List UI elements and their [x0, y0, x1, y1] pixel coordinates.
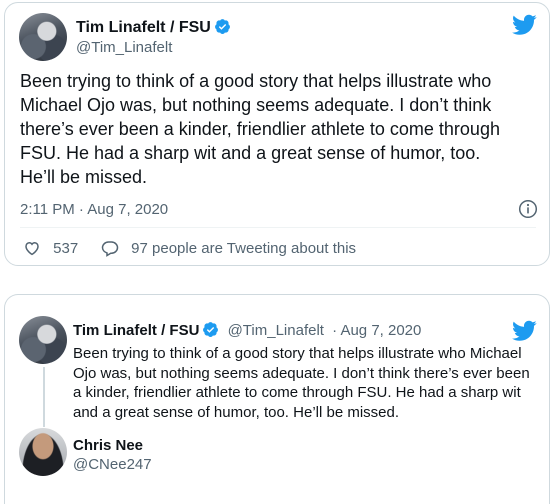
- twitter-bird-icon[interactable]: [512, 14, 537, 36]
- tweeting-about-link[interactable]: 97 people are Tweeting about this: [101, 239, 356, 257]
- twitter-bird-icon[interactable]: [512, 320, 537, 342]
- like-count: 537: [53, 240, 79, 257]
- thread-connector-line: [43, 367, 45, 427]
- tweet-card[interactable]: Tim Linafelt / FSU @Tim_Linafelt Been tr…: [4, 2, 550, 266]
- verified-badge-icon: [203, 322, 219, 338]
- reply-author-name[interactable]: Chris Nee: [73, 437, 143, 454]
- heart-icon: [25, 241, 39, 256]
- tweet-text: Been trying to think of a good story tha…: [20, 71, 500, 187]
- verified-badge-icon: [214, 19, 230, 35]
- author-handle[interactable]: @Tim_Linafelt: [76, 39, 172, 56]
- like-button[interactable]: 537: [23, 239, 78, 257]
- avatar[interactable]: [19, 316, 67, 364]
- tweet-date[interactable]: · Aug 7, 2020: [332, 322, 421, 339]
- comment-bubble-icon: [101, 241, 119, 257]
- tweeting-about-text: 97 people are Tweeting about this: [131, 240, 357, 257]
- author-name[interactable]: Tim Linafelt / FSU: [76, 18, 231, 37]
- author-handle[interactable]: @Tim_Linafelt: [228, 322, 324, 339]
- tweet-timestamp[interactable]: 2:11 PM · Aug 7, 2020: [20, 201, 168, 218]
- divider: [20, 227, 536, 228]
- author-name[interactable]: Tim Linafelt / FSU @Tim_Linafelt · Aug 7…: [73, 321, 421, 339]
- tweet-thread-card[interactable]: Tim Linafelt / FSU @Tim_Linafelt · Aug 7…: [4, 294, 550, 504]
- reply-author-handle[interactable]: @CNee247: [73, 456, 152, 473]
- tweet-text: Been trying to think of a good story tha…: [73, 345, 530, 421]
- avatar[interactable]: [19, 13, 67, 61]
- avatar[interactable]: [19, 428, 67, 476]
- info-icon[interactable]: [518, 199, 538, 219]
